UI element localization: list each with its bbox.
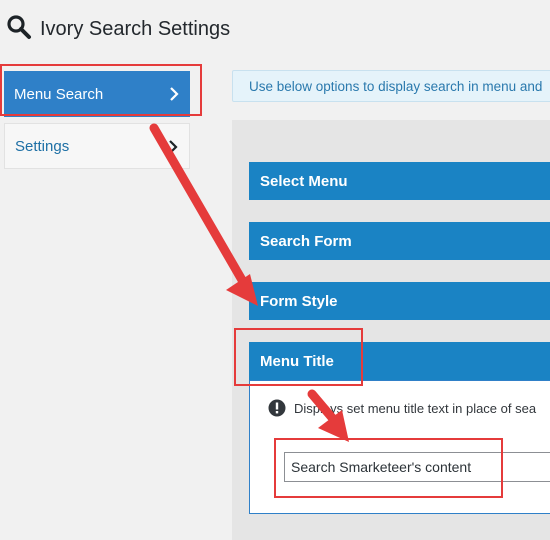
section-select-menu[interactable]: Select Menu (249, 162, 550, 200)
info-icon (268, 399, 286, 417)
chevron-right-icon (169, 140, 178, 154)
sidebar-item-label: Settings (15, 137, 70, 155)
search-icon (6, 14, 32, 45)
page-header: Ivory Search Settings (6, 12, 230, 46)
highlight-box-menu-title (234, 328, 363, 386)
section-label: Select Menu (260, 172, 348, 190)
hint-text: Displays set menu title text in place of… (294, 400, 537, 416)
highlight-box-title-input (274, 438, 503, 498)
info-notice: Use below options to display search in m… (232, 70, 550, 102)
menu-title-hint: Displays set menu title text in place of… (268, 399, 536, 417)
notice-text: Use below options to display search in m… (249, 79, 543, 94)
section-label: Form Style (260, 292, 338, 310)
section-form-style[interactable]: Form Style (249, 282, 550, 320)
sidebar-item-settings[interactable]: Settings (4, 123, 190, 169)
section-search-form[interactable]: Search Form (249, 222, 550, 260)
page-title: Ivory Search Settings (40, 17, 231, 40)
section-label: Search Form (260, 232, 352, 250)
highlight-box-menu-search (0, 64, 202, 116)
